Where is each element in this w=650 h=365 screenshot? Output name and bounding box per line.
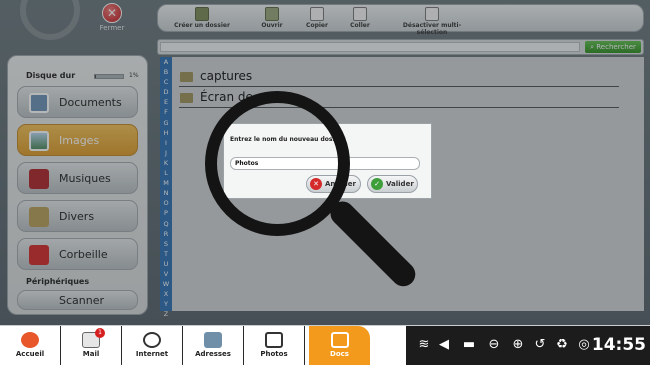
battery-icon: ▬	[462, 337, 476, 352]
contacts-icon	[204, 332, 222, 348]
taskbar-label: Docs	[330, 350, 349, 358]
taskbar-label: Adresses	[195, 350, 231, 358]
camera-icon	[265, 332, 283, 348]
wifi-icon[interactable]: ≋	[416, 337, 432, 353]
back-icon[interactable]: ↺	[532, 337, 548, 353]
taskbar-item-contacts[interactable]: Adresses	[183, 326, 244, 365]
taskbar-item-internet[interactable]: Internet	[122, 326, 183, 365]
help-icon[interactable]: ◎	[576, 337, 592, 353]
trash-icon[interactable]: ♻	[554, 337, 570, 353]
taskbar-label: Internet	[135, 350, 169, 358]
app-window: ✕ Fermer Créer un dossier Ouvrir Copier …	[0, 0, 650, 325]
check-icon: ✓	[371, 178, 383, 190]
globe-icon	[143, 332, 161, 348]
taskbar-label: Accueil	[15, 350, 45, 358]
magnifier-lens-icon	[205, 91, 350, 236]
volume-icon[interactable]: ◀	[436, 337, 452, 353]
taskbar-label: Mail	[82, 350, 100, 358]
taskbar-item-home[interactable]: Accueil	[0, 326, 61, 365]
system-tray: ≋ ◀ ▬ ⊖ ⊕ ↺ ♻ ◎ 14:55	[406, 326, 650, 365]
docs-icon	[330, 332, 349, 348]
clock: 14:55	[591, 335, 646, 355]
mail-badge: 1	[95, 328, 105, 338]
taskbar: Accueil 1 Mail Internet Adresses Photos …	[0, 325, 650, 365]
validate-button[interactable]: ✓ Valider	[367, 175, 418, 193]
zoom-out-icon[interactable]: ⊖	[486, 337, 502, 353]
home-icon	[21, 332, 39, 348]
zoom-in-icon[interactable]: ⊕	[510, 337, 526, 353]
taskbar-item-mail[interactable]: 1 Mail	[61, 326, 122, 365]
taskbar-label: Photos	[260, 350, 288, 358]
taskbar-item-docs[interactable]: Docs	[309, 326, 370, 365]
taskbar-item-photos[interactable]: Photos	[244, 326, 305, 365]
